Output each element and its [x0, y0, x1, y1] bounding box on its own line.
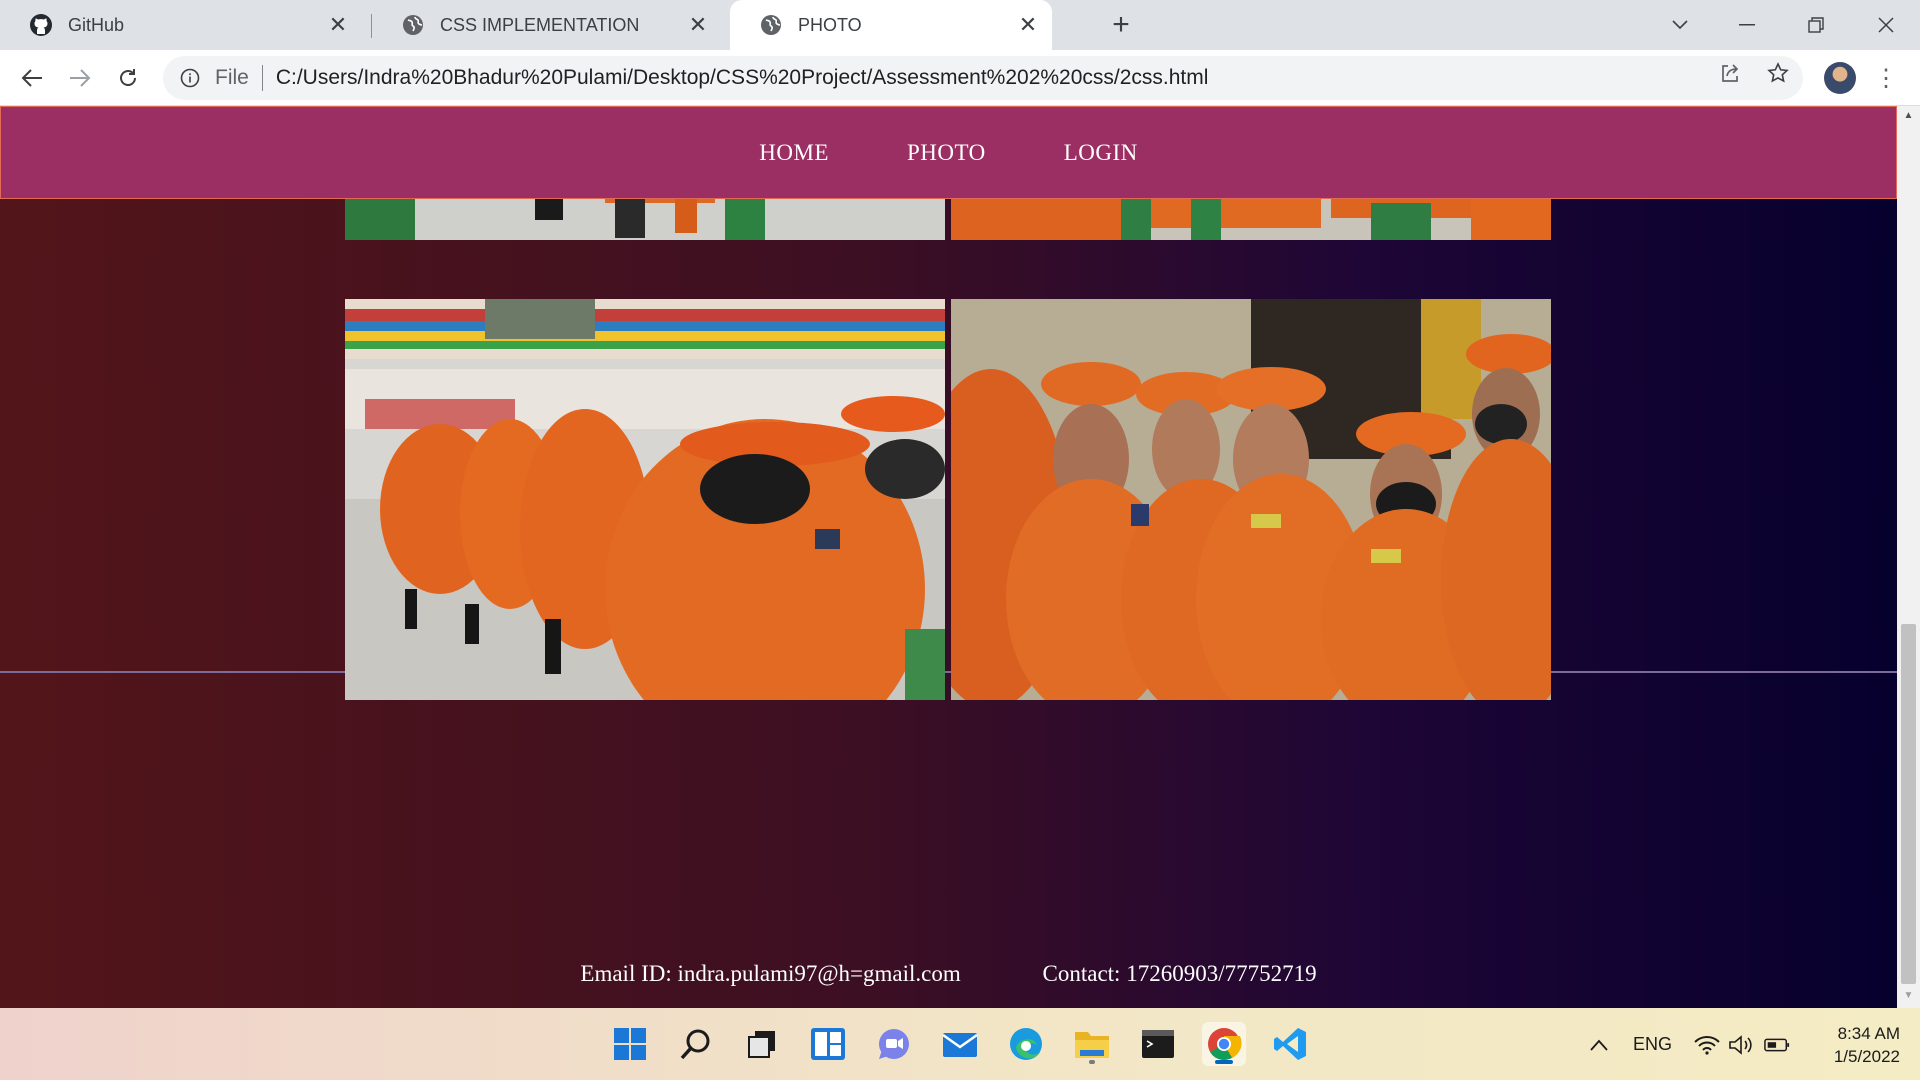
page-scrollbar[interactable]: ▲ ▼	[1897, 106, 1920, 1008]
task-view-icon[interactable]	[740, 1022, 784, 1066]
nav-link-photo[interactable]: PHOTO	[907, 140, 986, 166]
page-viewport: HOME PHOTO LOGIN Email ID: indra.pulami9…	[0, 106, 1897, 1008]
volume-icon[interactable]	[1728, 1032, 1754, 1058]
browser-toolbar: File C:/Users/Indra%20Bhadur%20Pulami/De…	[0, 50, 1920, 106]
close-icon[interactable]: ✕	[686, 12, 710, 37]
restore-icon[interactable]	[1796, 8, 1836, 42]
close-icon[interactable]: ✕	[1016, 12, 1040, 37]
tab-title: CSS IMPLEMENTATION	[440, 14, 640, 35]
profile-avatar[interactable]	[1824, 62, 1856, 94]
clock-date: 1/5/2022	[1833, 1047, 1900, 1066]
footer-email: Email ID: indra.pulami97@h=gmail.com	[580, 961, 961, 986]
scroll-thumb[interactable]	[1901, 624, 1916, 984]
site-info-icon[interactable]	[177, 65, 203, 91]
tab-github[interactable]: GitHub ✕	[0, 0, 362, 50]
system-clock[interactable]: 8:34 AM 1/5/2022	[1800, 1022, 1900, 1068]
url-text[interactable]: C:/Users/Indra%20Bhadur%20Pulami/Desktop…	[276, 66, 1209, 90]
window-close-icon[interactable]	[1866, 8, 1906, 42]
language-indicator[interactable]: ENG	[1633, 1034, 1672, 1055]
gallery-photo	[951, 299, 1551, 700]
share-icon[interactable]	[1717, 60, 1743, 86]
start-icon[interactable]	[608, 1022, 652, 1066]
widgets-icon[interactable]	[806, 1022, 850, 1066]
search-icon[interactable]	[674, 1022, 718, 1066]
edge-icon[interactable]	[1004, 1022, 1048, 1066]
github-icon	[28, 12, 54, 38]
clock-time: 8:34 AM	[1837, 1024, 1900, 1043]
close-icon[interactable]: ✕	[326, 12, 350, 37]
address-separator	[261, 65, 263, 91]
site-navbar: HOME PHOTO LOGIN	[0, 106, 1897, 199]
scroll-down-arrow-icon[interactable]: ▼	[1897, 990, 1920, 1006]
reload-icon[interactable]	[110, 60, 146, 96]
running-indicator	[1089, 1060, 1095, 1064]
battery-icon[interactable]	[1764, 1032, 1790, 1058]
tab-title: GitHub	[68, 14, 125, 35]
globe-icon	[758, 12, 784, 38]
vscode-icon[interactable]	[1268, 1022, 1312, 1066]
windows-taskbar: ENG 8:34 AM 1/5/2022	[0, 1008, 1920, 1080]
browser-tab-strip: GitHub ✕ CSS IMPLEMENTATION ✕ PHOTO ✕ +	[0, 0, 1920, 50]
terminal-icon[interactable]	[1136, 1022, 1180, 1066]
globe-icon	[400, 12, 426, 38]
tab-photo[interactable]: PHOTO ✕	[730, 0, 1052, 50]
tab-title: PHOTO	[798, 14, 862, 35]
tab-search-chevron-icon[interactable]	[1660, 8, 1700, 42]
nav-link-home[interactable]: HOME	[759, 140, 829, 166]
scheme-label: File	[215, 66, 249, 89]
chrome-icon[interactable]	[1202, 1022, 1246, 1066]
gallery-photo	[345, 299, 945, 700]
mail-icon[interactable]	[938, 1022, 982, 1066]
footer-contact: Contact: 17260903/77752719	[1042, 961, 1317, 986]
more-menu-icon[interactable]: ⋮	[1874, 62, 1898, 94]
scroll-up-arrow-icon[interactable]: ▲	[1897, 110, 1920, 126]
tab-css-implementation[interactable]: CSS IMPLEMENTATION ✕	[372, 0, 722, 50]
wifi-icon[interactable]	[1694, 1032, 1720, 1058]
forward-arrow-icon[interactable]	[62, 60, 98, 96]
minimize-icon[interactable]	[1727, 8, 1767, 42]
active-indicator	[1215, 1060, 1233, 1064]
chevron-up-icon[interactable]	[1586, 1032, 1612, 1058]
new-tab-plus-icon[interactable]: +	[1106, 8, 1136, 41]
chat-icon[interactable]	[872, 1022, 916, 1066]
bookmark-star-icon[interactable]	[1765, 60, 1791, 86]
site-footer: Email ID: indra.pulami97@h=gmail.com Con…	[0, 961, 1897, 987]
nav-link-login[interactable]: LOGIN	[1064, 140, 1138, 166]
file-explorer-icon[interactable]	[1070, 1022, 1114, 1066]
address-bar[interactable]: File C:/Users/Indra%20Bhadur%20Pulami/De…	[163, 56, 1803, 100]
back-arrow-icon[interactable]	[14, 60, 50, 96]
horizontal-rule	[0, 671, 1897, 673]
